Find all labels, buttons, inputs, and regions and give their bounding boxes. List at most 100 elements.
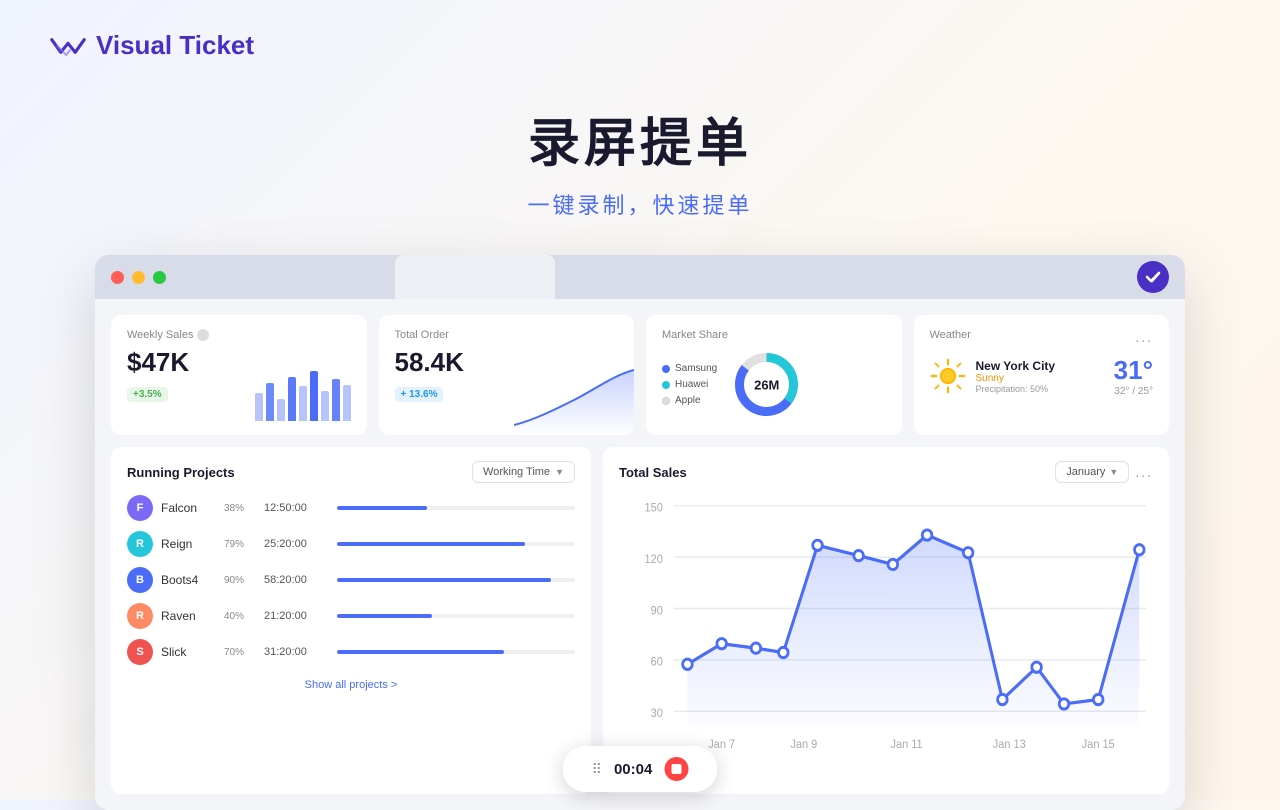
donut-chart: 26M <box>729 347 804 422</box>
project-bar-fill-boots4 <box>337 578 551 582</box>
svg-text:150: 150 <box>645 502 663 514</box>
bar-9 <box>343 385 351 421</box>
svg-text:Jan 11: Jan 11 <box>891 739 923 751</box>
project-bar-boots4 <box>337 578 575 582</box>
project-avatar-raven: R <box>127 603 153 629</box>
svg-text:Jan 13: Jan 13 <box>993 739 1026 751</box>
hero-section: 录屏提单 一键录制，快速提单 <box>0 81 1280 250</box>
project-pct-slick: 70% <box>224 647 256 658</box>
project-row-reign: R Reign 79% 25:20:00 <box>127 531 575 557</box>
svg-text:30: 30 <box>651 708 663 720</box>
legend-apple: Apple <box>662 395 717 406</box>
hero-title: 录屏提单 <box>0 101 1280 176</box>
project-time-slick: 31:20:00 <box>264 646 329 658</box>
project-bar-falcon <box>337 506 575 510</box>
browser-tab[interactable] <box>395 255 555 299</box>
cards-row: Weekly Sales $47K +3.5% <box>111 315 1169 435</box>
project-avatar-falcon: F <box>127 495 153 521</box>
market-card-body: Samsung Huawei Apple <box>662 347 886 422</box>
weather-temp: 31° <box>1114 355 1153 386</box>
working-time-dropdown[interactable]: Working Time ▼ <box>472 461 575 483</box>
project-pct-raven: 40% <box>224 611 256 622</box>
hero-subtitle: 一键录制，快速提单 <box>0 188 1280 220</box>
logo-text: Visual Ticket <box>96 30 254 61</box>
bar-6 <box>310 371 318 421</box>
weather-more-btn[interactable]: ... <box>1135 329 1153 345</box>
project-time-reign: 25:20:00 <box>264 538 329 550</box>
weather-content: Weather ... <box>930 329 1154 397</box>
legend-huawei: Huawei <box>662 379 717 390</box>
bar-4 <box>288 377 296 421</box>
bar-1 <box>255 393 263 421</box>
project-bar-reign <box>337 542 575 546</box>
weather-info: New York City Sunny Precipitation: 50% <box>976 359 1104 394</box>
apple-dot <box>662 397 670 405</box>
svg-text:90: 90 <box>651 605 663 617</box>
weather-card: Weather ... <box>914 315 1170 435</box>
close-dot[interactable] <box>111 271 124 284</box>
stop-icon <box>671 764 681 774</box>
project-avatar-reign: R <box>127 531 153 557</box>
minimize-dot[interactable] <box>132 271 145 284</box>
show-all-container: Show all projects > <box>127 675 575 693</box>
sales-panel: Total Sales January ▼ ... <box>603 447 1169 794</box>
project-pct-boots4: 90% <box>224 575 256 586</box>
sun-icon <box>930 358 966 394</box>
total-order-chart <box>514 365 634 435</box>
bar-7 <box>321 391 329 421</box>
project-bar-slick <box>337 650 575 654</box>
sales-more-btn[interactable]: ... <box>1135 464 1153 480</box>
bar-5 <box>299 386 307 421</box>
project-name-raven: Raven <box>161 609 216 623</box>
market-share-title: Market Share <box>662 329 886 341</box>
check-icon <box>1137 261 1169 293</box>
samsung-dot <box>662 365 670 373</box>
logo-icon <box>50 32 86 60</box>
sales-controls: January ▼ ... <box>1055 461 1153 483</box>
show-all-link[interactable]: Show all projects > <box>305 679 398 691</box>
maximize-dot[interactable] <box>153 271 166 284</box>
legend-samsung: Samsung <box>662 363 717 374</box>
projects-panel: Running Projects Working Time ▼ F Falcon… <box>111 447 591 794</box>
project-pct-falcon: 38% <box>224 503 256 514</box>
bar-8 <box>332 379 340 421</box>
project-name-falcon: Falcon <box>161 501 216 515</box>
weather-header: Weather ... <box>930 329 1154 347</box>
bar-2 <box>266 383 274 421</box>
svg-text:Jan 7: Jan 7 <box>708 739 735 751</box>
project-row-falcon: F Falcon 38% 12:50:00 <box>127 495 575 521</box>
svg-text:120: 120 <box>645 554 663 566</box>
donut-center-value: 26M <box>754 377 779 392</box>
svg-text:Jan 15: Jan 15 <box>1082 739 1115 751</box>
project-row-raven: R Raven 40% 21:20:00 <box>127 603 575 629</box>
projects-header: Running Projects Working Time ▼ <box>127 461 575 483</box>
recording-bar: ⠿ 00:04 <box>563 746 718 792</box>
project-name-reign: Reign <box>161 537 216 551</box>
info-icon <box>197 329 209 341</box>
project-time-falcon: 12:50:00 <box>264 502 329 514</box>
browser-titlebar <box>95 255 1185 299</box>
project-pct-reign: 79% <box>224 539 256 550</box>
weather-temp-range: 32° / 25° <box>1114 386 1153 397</box>
weather-temp-section: 31° 32° / 25° <box>1114 355 1153 397</box>
project-time-raven: 21:20:00 <box>264 610 329 622</box>
project-name-slick: Slick <box>161 645 216 659</box>
sales-title: Total Sales <box>619 465 687 480</box>
weekly-sales-title: Weekly Sales <box>127 329 351 341</box>
bottom-row: Running Projects Working Time ▼ F Falcon… <box>111 447 1169 794</box>
project-bar-fill-reign <box>337 542 525 546</box>
total-order-badge: + 13.6% <box>395 387 444 402</box>
stop-recording-button[interactable] <box>664 757 688 781</box>
header: Visual Ticket <box>0 0 1280 81</box>
sales-chart-svg: 150 120 90 60 30 Jan 7 Jan 9 Jan 11 Jan … <box>619 491 1153 770</box>
sales-chart-area: 150 120 90 60 30 Jan 7 Jan 9 Jan 11 Jan … <box>619 491 1153 770</box>
weekly-bar-chart <box>255 371 351 421</box>
market-legend: Samsung Huawei Apple <box>662 363 717 406</box>
project-avatar-slick: S <box>127 639 153 665</box>
project-bar-raven <box>337 614 575 618</box>
project-time-boots4: 58:20:00 <box>264 574 329 586</box>
project-row-boots4: B Boots4 90% 58:20:00 <box>127 567 575 593</box>
project-name-boots4: Boots4 <box>161 573 216 587</box>
project-bar-fill-raven <box>337 614 432 618</box>
month-dropdown[interactable]: January ▼ <box>1055 461 1129 483</box>
